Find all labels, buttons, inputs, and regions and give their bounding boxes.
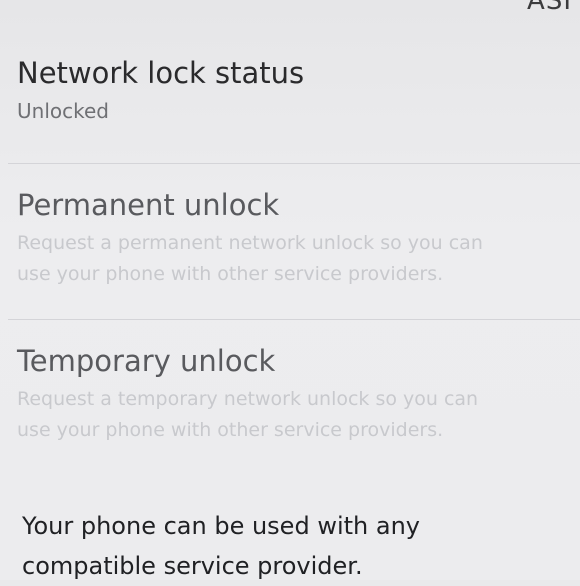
divider [8, 319, 580, 320]
permanent-unlock-item[interactable]: Permanent unlock Request a permanent net… [0, 188, 580, 290]
temporary-unlock-title: Temporary unlock [17, 344, 276, 378]
permanent-unlock-description: Request a permanent network unlock so yo… [17, 228, 577, 290]
compatibility-info-text: Your phone can be used with any compatib… [22, 512, 420, 580]
network-lock-status-title: Network lock status [17, 56, 305, 90]
temporary-unlock-description: Request a temporary network unlock so yo… [17, 384, 577, 446]
permanent-unlock-title: Permanent unlock [17, 188, 280, 222]
temporary-unlock-item[interactable]: Temporary unlock Request a temporary net… [0, 344, 580, 446]
permanent-unlock-description-line-1: Request a permanent network unlock so yo… [17, 232, 483, 254]
network-lock-status-value: Unlocked [17, 99, 109, 123]
temporary-unlock-description-line-2: use your phone with other service provid… [17, 419, 444, 441]
permanent-unlock-description-line-2: use your phone with other service provid… [17, 263, 444, 285]
temporary-unlock-description-line-1: Request a temporary network unlock so yo… [17, 388, 479, 410]
settings-screen: ASI Network lock status Unlocked Permane… [0, 0, 580, 580]
status-bar-fragment: ASI [527, 0, 572, 16]
network-lock-status-item: Network lock status Unlocked [0, 56, 580, 124]
divider [8, 163, 580, 164]
